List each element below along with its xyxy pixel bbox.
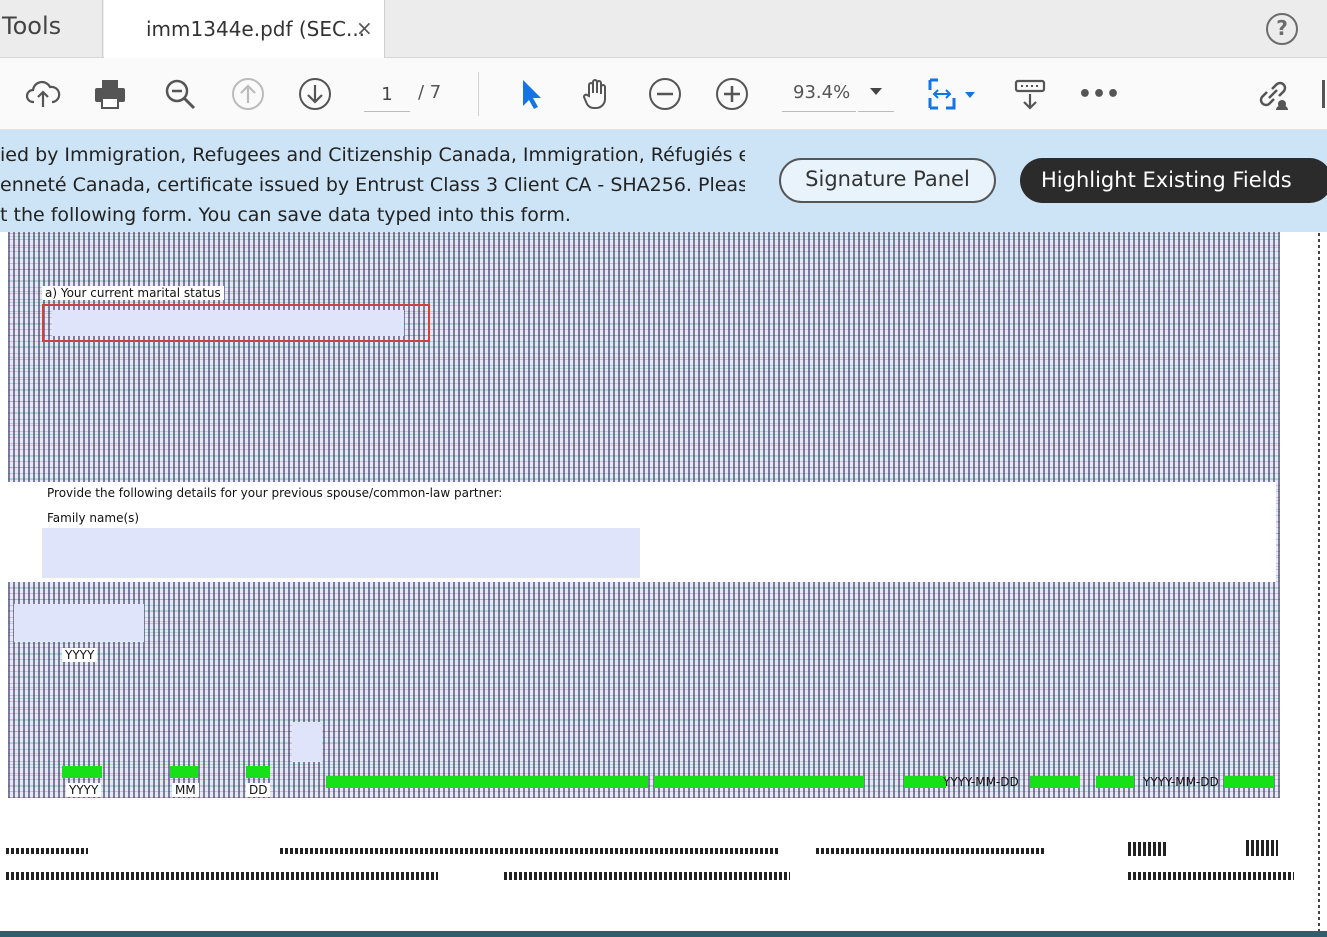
date-format-label: YYYY-MM-DD xyxy=(943,775,1019,789)
document-viewport[interactable]: a) Your current marital status Provide t… xyxy=(0,232,1327,937)
family-name-label: Family name(s) xyxy=(44,511,143,525)
page-text-fragment xyxy=(280,848,780,854)
date-year-field[interactable] xyxy=(14,604,144,642)
page-number-input[interactable]: 1 xyxy=(364,80,410,112)
banner-line: t the following form. You can save data … xyxy=(0,204,571,226)
green-highlight xyxy=(1030,776,1080,788)
banner-line: ied by Immigration, Refugees and Citizen… xyxy=(0,144,745,166)
dd-label: DD xyxy=(246,783,271,797)
banner-message: ied by Immigration, Refugees and Citizen… xyxy=(0,140,745,230)
toolbar-divider xyxy=(478,72,479,116)
page-text-fragment xyxy=(1246,840,1278,856)
fit-page-icon[interactable] xyxy=(922,74,962,114)
zoom-out-search-icon[interactable] xyxy=(160,74,200,114)
hand-tool-icon[interactable] xyxy=(577,74,617,114)
page-rule xyxy=(504,872,790,880)
signature-panel-button[interactable]: Signature Panel xyxy=(779,158,996,203)
share-link-icon[interactable] xyxy=(1253,74,1293,114)
fit-page-dropdown-icon[interactable] xyxy=(958,74,982,114)
zoom-underline xyxy=(858,111,894,112)
zoom-level-input[interactable]: 93.4% xyxy=(782,78,856,112)
zoom-dropdown-chevron-icon[interactable] xyxy=(870,88,882,95)
page-text-fragment xyxy=(6,848,88,854)
date-format-label: YYYY-MM-DD xyxy=(1143,775,1219,789)
toolbar: 1 / 7 93.4% ••• xyxy=(0,58,1327,130)
select-cursor-icon[interactable] xyxy=(510,74,550,114)
highlight-existing-fields-button[interactable]: Highlight Existing Fields xyxy=(1020,158,1327,203)
tab-document[interactable]: imm1344e.pdf (SEC... × xyxy=(104,0,385,58)
mm-label: MM xyxy=(172,783,199,797)
page-rule xyxy=(6,872,438,880)
small-input-field[interactable] xyxy=(292,722,322,762)
document-tab-title: imm1344e.pdf (SEC... xyxy=(146,17,366,41)
page-total: / 7 xyxy=(418,82,442,103)
marital-status-label: a) Your current marital status xyxy=(42,286,224,300)
help-icon[interactable]: ? xyxy=(1266,13,1298,45)
marital-status-field[interactable] xyxy=(52,310,404,336)
green-highlight xyxy=(654,776,864,788)
page-text-fragment xyxy=(1128,842,1168,856)
green-highlight xyxy=(1096,776,1134,788)
scroll-mode-icon[interactable] xyxy=(1010,74,1050,114)
green-highlight xyxy=(62,766,102,778)
zoom-out-icon[interactable] xyxy=(645,74,685,114)
certified-document-banner: ied by Immigration, Refugees and Citizen… xyxy=(0,130,1327,232)
print-icon[interactable] xyxy=(90,74,130,114)
upload-cloud-icon[interactable] xyxy=(23,74,63,114)
green-highlight xyxy=(246,766,270,778)
next-page-icon[interactable] xyxy=(295,74,335,114)
next-page-strip xyxy=(0,832,1327,912)
page-rule xyxy=(1128,872,1294,880)
previous-page-icon[interactable] xyxy=(228,74,268,114)
yyyy-label: YYYY xyxy=(66,783,102,797)
family-name-field[interactable] xyxy=(42,528,640,578)
page-text-fragment xyxy=(816,848,1046,854)
green-highlight xyxy=(326,776,648,788)
yyyy-label: YYYY xyxy=(62,648,98,662)
green-highlight xyxy=(170,766,198,778)
previous-spouse-instruction: Provide the following details for your p… xyxy=(44,486,506,500)
banner-line: enneté Canada, certificate issued by Ent… xyxy=(0,174,745,196)
tab-bar: Tools imm1344e.pdf (SEC... × ? xyxy=(0,0,1327,58)
zoom-in-icon[interactable] xyxy=(712,74,752,114)
more-tools-icon[interactable]: ••• xyxy=(1078,74,1120,114)
tab-tools[interactable]: Tools xyxy=(0,0,103,58)
close-tab-icon[interactable]: × xyxy=(356,16,373,40)
toolbar-edge xyxy=(1322,80,1325,108)
page-edge xyxy=(1318,232,1320,932)
green-highlight xyxy=(1224,776,1274,788)
status-bar xyxy=(0,931,1327,937)
